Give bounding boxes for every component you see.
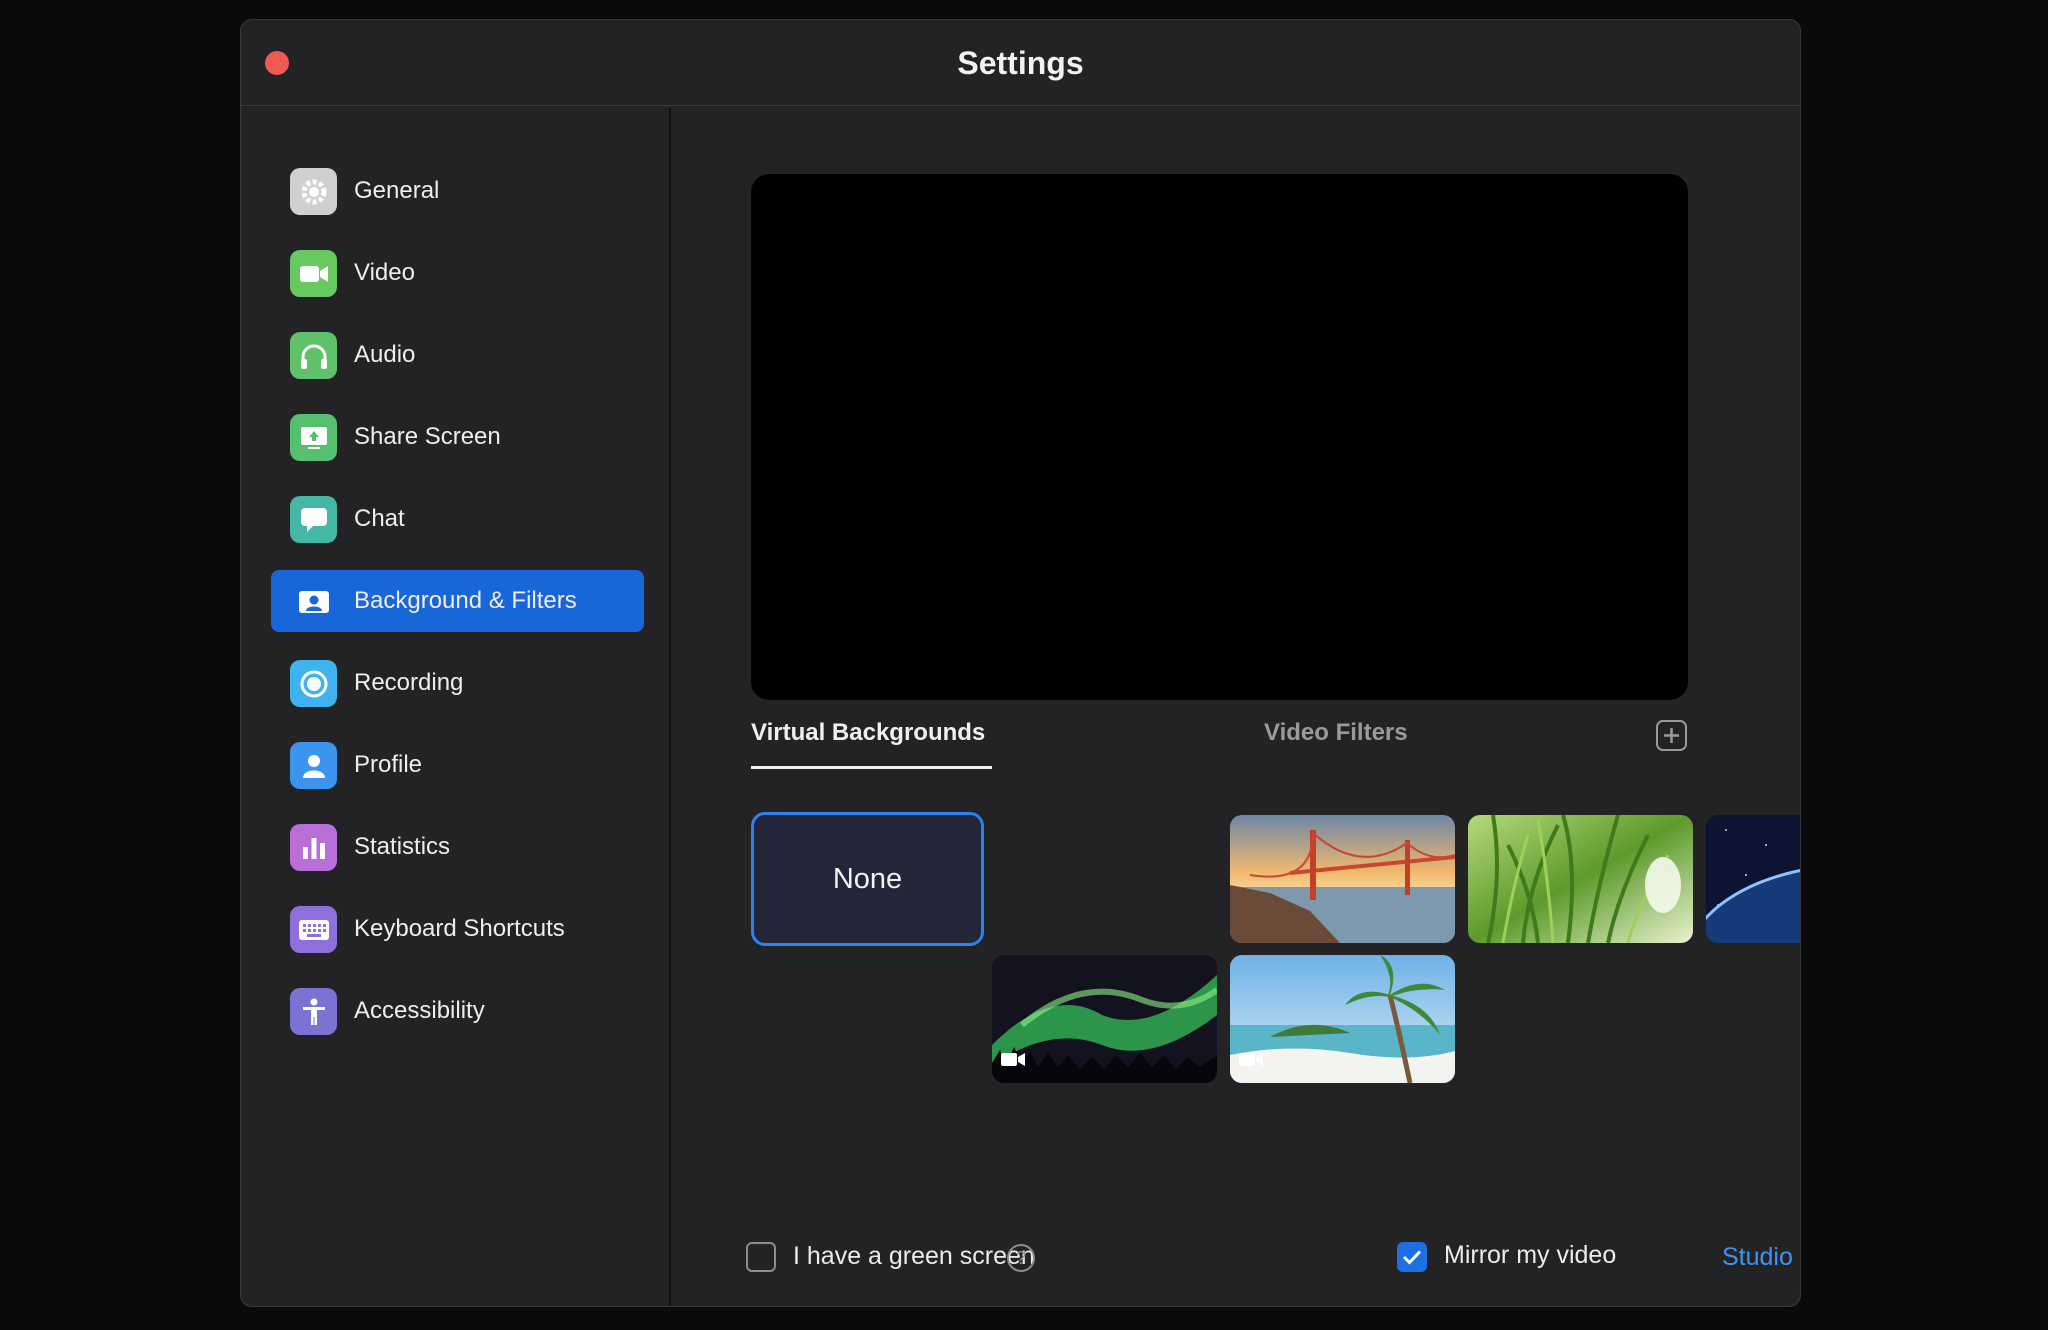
sidebar-item-label: Statistics <box>354 833 451 860</box>
sidebar-item-profile[interactable]: Profile <box>271 734 644 796</box>
video-camera-icon <box>1238 1050 1264 1073</box>
grass-image <box>1468 815 1693 943</box>
statistics-icon <box>290 824 337 871</box>
sidebar-item-label: Background & Filters <box>354 587 577 614</box>
green-screen-checkbox[interactable] <box>746 1242 776 1272</box>
mirror-video-label: Mirror my video <box>1444 1241 1617 1269</box>
profile-icon <box>290 742 337 789</box>
tab-virtual-backgrounds[interactable]: Virtual Backgrounds <box>751 719 985 759</box>
green-screen-label: I have a green screen <box>793 1242 1035 1270</box>
checkmark-icon <box>1402 1250 1422 1265</box>
sidebar-item-label: General <box>354 177 440 204</box>
sidebar-item-share-screen[interactable]: Share Screen <box>271 406 644 468</box>
headphones-icon <box>290 332 337 379</box>
earth-space-image <box>1706 815 1800 943</box>
tab-video-filters-label: Video Filters <box>1264 719 1408 746</box>
background-aurora[interactable] <box>992 955 1217 1083</box>
chat-bubble-icon <box>290 496 337 543</box>
sidebar-item-general[interactable]: General <box>271 160 644 222</box>
help-icon[interactable]: ? <box>1007 1244 1035 1272</box>
background-beach-palm[interactable] <box>1230 955 1455 1083</box>
gear-icon <box>290 168 337 215</box>
sidebar-item-label: Video <box>354 259 415 286</box>
share-screen-icon <box>290 414 337 461</box>
sidebar-item-label: Chat <box>354 505 405 532</box>
background-none-label: None <box>832 862 903 895</box>
keyboard-icon <box>290 906 337 953</box>
background-golden-gate-bridge[interactable] <box>1230 815 1455 943</box>
settings-sidebar: General Video Audio Share Screen Chat Ba… <box>241 107 671 1306</box>
sidebar-item-recording[interactable]: Recording <box>271 652 644 714</box>
record-icon <box>290 660 337 707</box>
sidebar-item-label: Keyboard Shortcuts <box>354 915 565 942</box>
sidebar-item-label: Audio <box>354 341 416 368</box>
sidebar-item-statistics[interactable]: Statistics <box>271 816 644 878</box>
sidebar-item-label: Profile <box>354 751 423 778</box>
video-camera-icon <box>290 250 337 297</box>
sidebar-item-chat[interactable]: Chat <box>271 488 644 550</box>
sidebar-item-label: Recording <box>354 669 464 696</box>
background-filters-panel: Virtual Backgrounds Video Filters None I… <box>673 107 1800 1306</box>
background-earth-from-space[interactable] <box>1706 815 1800 943</box>
mirror-video-checkbox[interactable] <box>1397 1242 1427 1272</box>
add-background-button[interactable] <box>1656 720 1687 751</box>
sidebar-item-label: Accessibility <box>354 997 485 1024</box>
background-grass[interactable] <box>1468 815 1693 943</box>
plus-icon <box>1664 728 1679 743</box>
background-person-icon <box>290 578 337 625</box>
sidebar-item-audio[interactable]: Audio <box>271 324 644 386</box>
sidebar-item-background-filters[interactable]: Background & Filters <box>271 570 644 632</box>
background-none[interactable]: None <box>751 812 984 946</box>
sidebar-item-keyboard-shortcuts[interactable]: Keyboard Shortcuts <box>271 898 644 960</box>
sidebar-item-video[interactable]: Video <box>271 242 644 304</box>
video-preview <box>751 174 1688 700</box>
title-bar: Settings <box>241 20 1800 106</box>
golden-gate-bridge-image <box>1230 815 1455 943</box>
sidebar-item-label: Share Screen <box>354 423 501 450</box>
video-camera-icon <box>1000 1050 1026 1073</box>
sidebar-item-accessibility[interactable]: Accessibility <box>271 980 644 1042</box>
window-title: Settings <box>957 45 1084 81</box>
settings-window: Settings General Video Audio Share Scree… <box>240 19 1801 1307</box>
tab-video-filters[interactable]: Video Filters <box>1264 719 1408 759</box>
tab-active-underline <box>751 766 992 769</box>
studio-effects-link[interactable]: Studio Effects (Beta) <box>1722 1243 1800 1272</box>
accessibility-icon <box>290 988 337 1035</box>
